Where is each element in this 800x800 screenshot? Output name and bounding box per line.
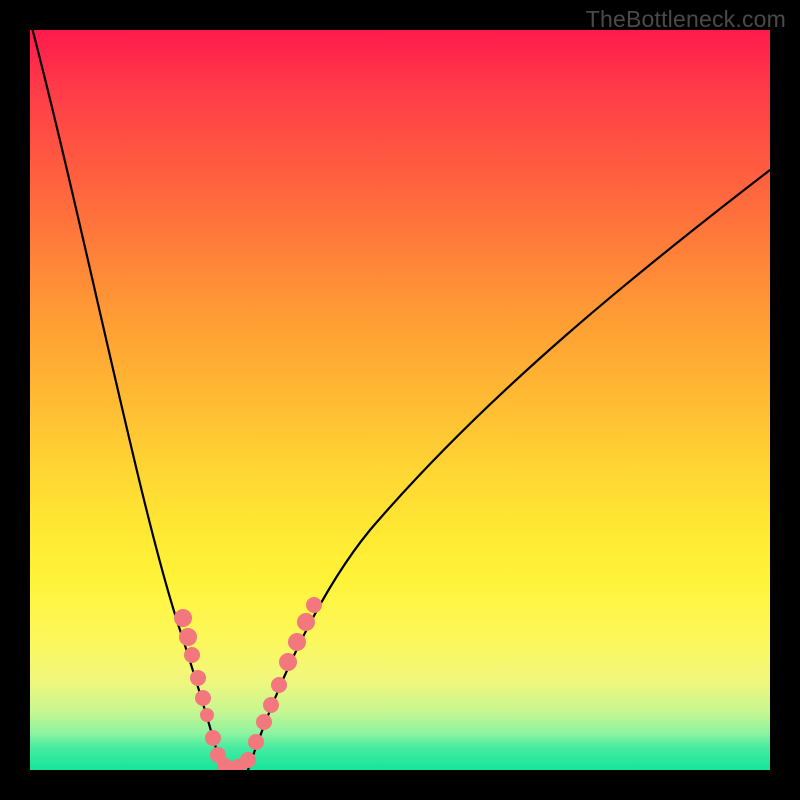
bead: [297, 613, 315, 631]
bead: [248, 734, 264, 750]
bead: [190, 670, 206, 686]
bead: [288, 633, 306, 651]
bead: [240, 752, 256, 768]
bead: [205, 730, 221, 746]
watermark-text: TheBottleneck.com: [586, 6, 786, 33]
bead: [174, 609, 192, 627]
chart-overlay: [30, 30, 770, 770]
bead: [271, 677, 287, 693]
bead-cluster: [174, 597, 322, 770]
bead: [306, 597, 322, 613]
right-curve: [248, 170, 770, 770]
bead: [179, 628, 197, 646]
bead: [195, 690, 211, 706]
bead: [256, 714, 272, 730]
bead: [263, 697, 279, 713]
chart-frame: TheBottleneck.com: [0, 0, 800, 800]
plot-area: [30, 30, 770, 770]
bead: [184, 647, 200, 663]
bead: [279, 653, 297, 671]
bead: [200, 708, 214, 722]
